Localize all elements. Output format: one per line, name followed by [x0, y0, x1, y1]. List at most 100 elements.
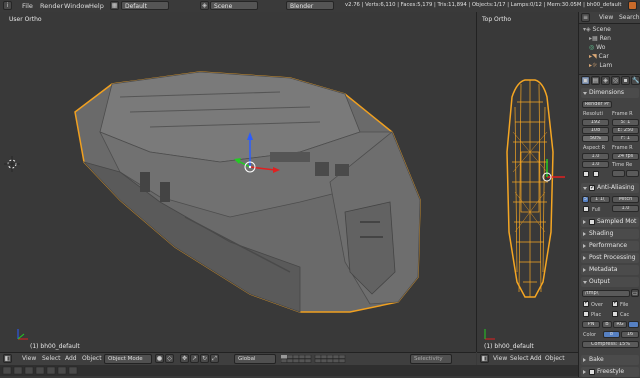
menu-object[interactable]: Object: [545, 355, 565, 362]
time-new-field[interactable]: [626, 170, 639, 177]
panel-metadata[interactable]: Metadata: [581, 265, 639, 275]
outliner[interactable]: ≡ View Search ▾◈ Scene ▸▦ Ren ◎ Wo ▸◥ Ca…: [578, 12, 640, 74]
render-engine-select[interactable]: Blender Render: [286, 1, 334, 19]
manipulator-icon[interactable]: ✥: [180, 354, 189, 363]
border-checkbox[interactable]: [583, 171, 589, 177]
panel-shading[interactable]: Shading: [581, 229, 639, 239]
scene-tab-icon[interactable]: ◈: [601, 76, 610, 85]
aa-samples-other-button[interactable]: 1 1(: [590, 196, 610, 203]
properties-tabs: ▣ ▤ ◈ ◎ ▪ 🔧: [581, 76, 640, 86]
color-depth-16-button[interactable]: 16: [621, 331, 639, 338]
file-format-select[interactable]: PN: [582, 321, 600, 328]
anti-aliasing-checkbox[interactable]: [589, 183, 595, 193]
full-sample-checkbox[interactable]: [583, 206, 589, 212]
freestyle-checkbox[interactable]: [589, 369, 595, 375]
panel-post-processing[interactable]: Post Processing: [581, 253, 639, 263]
3d-cursor-icon: [4, 156, 20, 172]
info-editor-icon[interactable]: i: [3, 1, 12, 10]
world-tab-icon[interactable]: ◎: [611, 76, 620, 85]
panel-dimensions[interactable]: Dimensions: [581, 88, 639, 98]
rotate-icon[interactable]: ↻: [200, 354, 209, 363]
outliner-item-scene[interactable]: ▾◈ Scene: [583, 26, 611, 33]
aspect-x-field[interactable]: 1.0: [582, 153, 609, 160]
modifier-tab-icon[interactable]: 🔧: [631, 76, 640, 85]
panel-performance[interactable]: Performance: [581, 241, 639, 251]
aspect-y-field[interactable]: 1.0: [582, 161, 609, 168]
mode-select[interactable]: Object Mode: [104, 354, 152, 364]
panel-bake[interactable]: Bake: [581, 355, 639, 365]
resolution-y-field[interactable]: 108: [582, 127, 609, 134]
editor-type-icon[interactable]: ◧: [480, 354, 489, 363]
menu-view[interactable]: View: [22, 355, 36, 362]
editor-type-icon[interactable]: ◧: [3, 354, 12, 363]
pivot-icon[interactable]: ◇: [165, 354, 174, 363]
spaceship-wireframe[interactable]: [477, 12, 578, 352]
layout-icon[interactable]: ▦: [110, 1, 119, 10]
aa-samples-5-button[interactable]: 5: [582, 196, 589, 203]
properties-editor[interactable]: ▣ ▤ ◈ ◎ ▪ 🔧 Dimensions Render Pr Resolut…: [578, 74, 640, 377]
placeholders-checkbox[interactable]: [583, 311, 589, 317]
outliner-editor-icon[interactable]: ≡: [581, 13, 590, 22]
color-rgb-button[interactable]: RG: [613, 321, 627, 328]
scene-stats: v2.76 | Verts:6,110 | Faces:5,179 | Tris…: [345, 2, 622, 8]
filter-size-field[interactable]: 1.0: [612, 205, 639, 212]
translate-icon[interactable]: ↗: [190, 354, 199, 363]
axis-gizmo-icon: [484, 329, 495, 340]
color-depth-8-button[interactable]: 8: [603, 331, 620, 338]
outliner-menu-search[interactable]: Search: [619, 14, 640, 21]
scale-icon[interactable]: ⤢: [210, 354, 219, 363]
outliner-item-lamp[interactable]: ▸☼ Lam: [589, 62, 612, 69]
menu-object[interactable]: Object: [82, 355, 102, 362]
scene-icon[interactable]: ◈: [200, 1, 209, 10]
menu-select[interactable]: Select: [510, 355, 529, 362]
viewport-3d-right[interactable]: Top Ortho (1) bh00_default: [477, 12, 579, 352]
resolution-x-field[interactable]: 192: [582, 119, 609, 126]
scene-select[interactable]: Scene: [210, 1, 258, 10]
fps-select[interactable]: 24 fps: [612, 153, 639, 160]
panel-output[interactable]: Output: [581, 277, 639, 287]
menu-file[interactable]: File: [22, 2, 33, 10]
cache-result-checkbox[interactable]: [612, 311, 618, 317]
object-tab-icon[interactable]: ▪: [621, 76, 630, 85]
layout-select[interactable]: Default: [121, 1, 169, 10]
spaceship-model[interactable]: [0, 12, 476, 352]
outliner-item-world[interactable]: ◎ Wo: [589, 44, 605, 51]
panel-sampled-motion-blur[interactable]: Sampled Mot: [581, 217, 639, 227]
panel-anti-aliasing[interactable]: Anti-Aliasing: [581, 183, 639, 193]
outliner-item-renderlayers[interactable]: ▸▦ Ren: [589, 35, 611, 42]
motion-blur-checkbox[interactable]: [589, 219, 595, 225]
outliner-item-camera[interactable]: ▸◥ Car: [589, 53, 609, 60]
overwrite-checkbox[interactable]: [583, 299, 589, 307]
compression-slider[interactable]: Compress: 15%: [582, 341, 639, 348]
color-bw-button[interactable]: B: [602, 321, 612, 328]
file-extensions-checkbox[interactable]: [612, 299, 618, 307]
selectivity-field[interactable]: Selectivity: [410, 354, 452, 364]
menu-help[interactable]: Help: [89, 2, 104, 10]
orientation-select[interactable]: Global: [234, 354, 276, 364]
frame-start-field[interactable]: S: 1: [612, 119, 639, 126]
folder-icon[interactable]: ▭: [631, 289, 639, 297]
shading-icon[interactable]: ●: [155, 354, 164, 363]
resolution-percentage-field[interactable]: 50%: [582, 135, 609, 142]
menu-render[interactable]: Render: [40, 2, 63, 10]
render-preset-select[interactable]: Render Pr: [582, 101, 612, 108]
outliner-menu-view[interactable]: View: [599, 14, 613, 21]
frame-step-field[interactable]: F: 1: [612, 135, 639, 142]
crop-checkbox[interactable]: [593, 171, 599, 177]
time-old-field[interactable]: [612, 170, 625, 177]
panel-title: Anti-Aliasing: [597, 184, 635, 191]
layer-buttons[interactable]: [280, 354, 381, 363]
render-tab-icon[interactable]: ▣: [581, 76, 590, 85]
color-rgba-button[interactable]: [628, 321, 639, 328]
layers-tab-icon[interactable]: ▤: [591, 76, 600, 85]
output-path-field[interactable]: /tmp\: [582, 290, 630, 297]
aa-filter-select[interactable]: Mitch: [612, 196, 639, 203]
viewport-3d-left[interactable]: User Ortho (1) bh00_default: [0, 12, 477, 352]
frame-end-field[interactable]: E: 250: [612, 127, 639, 134]
menu-select[interactable]: Select: [42, 355, 61, 362]
menu-add[interactable]: Add: [65, 355, 77, 362]
menu-window[interactable]: Window: [64, 2, 90, 10]
menu-view[interactable]: View: [493, 355, 507, 362]
menu-add[interactable]: Add: [530, 355, 542, 362]
panel-title: Sampled Mot: [597, 218, 637, 225]
